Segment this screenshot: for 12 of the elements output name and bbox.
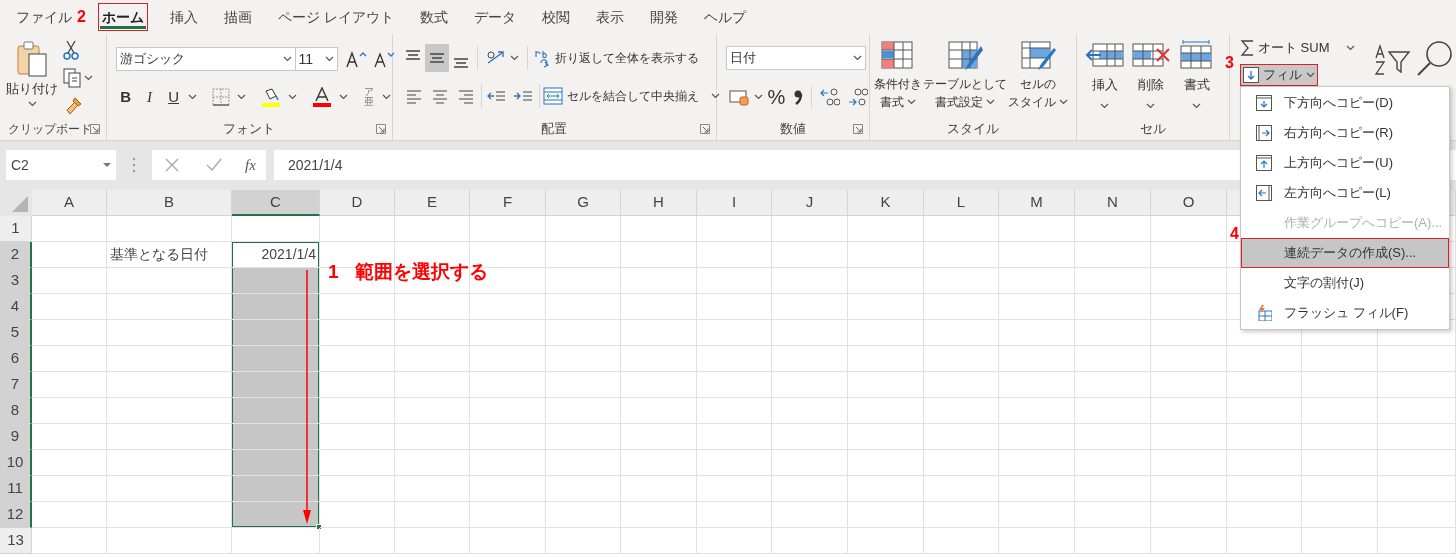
step-number: 3: [1225, 55, 1234, 71]
group-label: セル: [1139, 120, 1166, 139]
group-label: 配置: [541, 120, 568, 139]
group-label: クリップボード: [8, 121, 92, 138]
group-label: フォント: [223, 120, 276, 139]
group-label: 数値: [779, 120, 806, 139]
group-label: スタイル: [946, 120, 999, 139]
table-cell: 2021/1/4: [232, 242, 320, 268]
annotation-text: 範囲を選択する: [354, 262, 488, 281]
step-number: 2: [77, 9, 86, 25]
step-number: 1: [328, 262, 339, 281]
step-number: 4: [1230, 226, 1239, 242]
